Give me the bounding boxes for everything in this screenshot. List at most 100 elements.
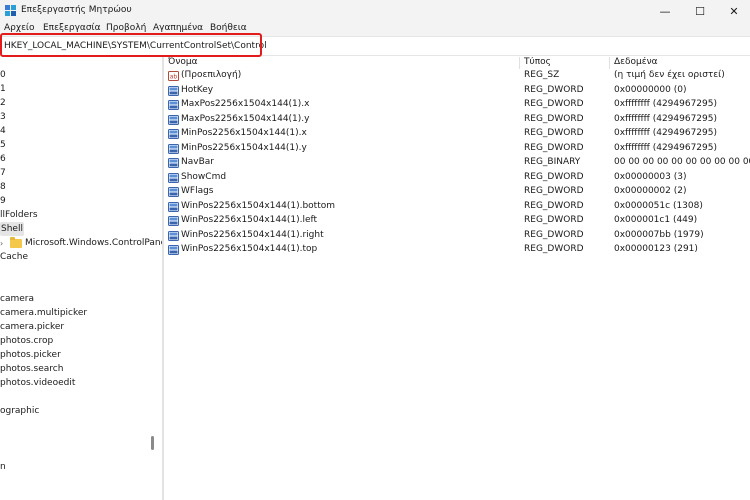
value-data: 00 00 00 00 00 00 00 00 00 00 00 [614, 157, 750, 167]
value-name: ShowCmd [181, 171, 227, 182]
value-name: (Προεπιλογή) [181, 70, 242, 80]
value-name: WFlags [181, 186, 214, 196]
tree-item-label: ographic [0, 406, 40, 416]
value-name: MaxPos2256x1504x144(1).y [181, 113, 310, 124]
value-data: 0x0000051c (1308) [614, 200, 703, 211]
menu-help[interactable]: Βοήθεια [210, 23, 247, 33]
tree-item[interactable]: llFolders [0, 208, 38, 222]
menu-favorites[interactable]: Αγαπημένα [153, 23, 203, 33]
menu-edit[interactable]: Επεξεργασία [43, 23, 101, 33]
tree-item[interactable]: 7 [0, 166, 6, 180]
tree-item-label: 6 [0, 154, 6, 164]
tree-item[interactable]: Cache [0, 250, 28, 264]
tree-item[interactable]: 1 [0, 82, 6, 96]
binary-value-icon [168, 187, 179, 197]
column-separator[interactable] [519, 57, 520, 69]
value-type: REG_DWORD [524, 128, 584, 138]
table-row[interactable]: WinPos2256x1504x144(1).left REG_DWORD 0x00… [164, 214, 750, 228]
tree-item[interactable]: 8 [0, 180, 6, 194]
tree-item-label: 1 [0, 84, 6, 94]
tree-item-label: 4 [0, 126, 6, 136]
binary-value-icon [168, 245, 179, 255]
value-data: 0x00000123 (291) [614, 244, 698, 254]
table-row[interactable]: WFlags REG_DWORD 0x00000002 (2) [164, 185, 750, 199]
value-data: 0xffffffff (4294967295) [614, 99, 717, 109]
tree-item[interactable]: ographic [0, 404, 39, 418]
value-data: 0x00000002 (2) [614, 186, 687, 196]
binary-value-icon [168, 85, 179, 96]
table-row[interactable]: NavBar REG_BINARY 00 00 00 00 00 00 00 00 … [164, 156, 750, 170]
tree-item[interactable]: 4 [0, 124, 6, 138]
tree-item-label: 5 [0, 140, 6, 150]
table-row[interactable]: WinPos2256x1504x144(1).bottom REG_DWORD 0x… [164, 200, 750, 214]
value-data: 0x000001c1 (449) [614, 215, 698, 225]
value-name: WinPos2256x1504x144(1).top [181, 244, 318, 254]
value-data: 0x00000000 (0) [614, 84, 687, 95]
chevron-right-icon[interactable]: › [0, 239, 8, 248]
tree-item-label: 8 [0, 182, 6, 192]
table-row[interactable]: ab (Προεπιλογή) REG_SZ (η τιμή δεν έχει ορι… [164, 69, 750, 83]
table-row[interactable]: MinPos2256x1504x144(1).x REG_DWORD 0xfffff… [164, 127, 750, 141]
value-name: NavBar [181, 157, 214, 167]
tree-item[interactable]: photos.search [0, 362, 63, 376]
tree-item[interactable]: 6 [0, 152, 6, 166]
value-name: MinPos2256x1504x144(1).y [181, 142, 307, 153]
column-separator[interactable] [609, 57, 610, 69]
tree-item[interactable]: camera.picker [0, 320, 64, 334]
tree-item[interactable]: photos.crop [0, 334, 53, 348]
table-row[interactable]: MaxPos2256x1504x144(1).y REG_DWORD 0xfffff… [164, 113, 750, 127]
tree-item-label: photos.crop [0, 336, 54, 346]
value-type: REG_DWORD [524, 171, 584, 182]
binary-value-icon [168, 172, 179, 183]
table-row[interactable]: WinPos2256x1504x144(1).right REG_DWORD 0x0… [164, 229, 750, 243]
minimize-button[interactable]: — [648, 0, 682, 22]
tree-item[interactable]: 2 [0, 96, 6, 110]
value-type: REG_BINARY [524, 157, 581, 167]
menu-view[interactable]: Προβολή [106, 23, 146, 33]
value-data: (η τιμή δεν έχει οριστεί) [614, 70, 725, 80]
table-row[interactable]: WinPos2256x1504x144(1).top REG_DWORD 0x000… [164, 243, 750, 257]
tree-item-label: photos.picker [0, 350, 61, 360]
tree-item-label: photos.search [0, 364, 64, 374]
table-row[interactable]: MaxPos2256x1504x144(1).x REG_DWORD 0xfffff… [164, 98, 750, 112]
binary-value-icon [168, 143, 179, 154]
tree-item-label: Shell [1, 224, 23, 234]
title-bar: Επεξεργαστής Μητρώου — ☐ ✕ [0, 0, 750, 22]
tree-item-label: n [0, 462, 6, 472]
binary-value-icon [168, 100, 179, 110]
tree-item-label: 9 [0, 196, 6, 206]
column-header-data[interactable]: Δεδομένα [614, 57, 658, 67]
tree-item[interactable]: photos.videoedit [0, 376, 75, 390]
table-row[interactable]: ShowCmd REG_DWORD 0x00000003 (3) [164, 171, 750, 185]
value-type: REG_DWORD [524, 99, 584, 109]
tree-item-label: 2 [0, 98, 6, 108]
value-data: 0x00000003 (3) [614, 171, 687, 182]
tree-item[interactable]: › Microsoft.Windows.ControlPanel [0, 236, 162, 250]
close-button[interactable]: ✕ [717, 0, 750, 22]
tree-item[interactable]: 3 [0, 110, 6, 124]
tree-item[interactable]: n [0, 460, 6, 474]
binary-value-icon [168, 114, 179, 125]
column-header-name[interactable]: Όνομα [168, 57, 198, 67]
tree-item-label: Microsoft.Windows.ControlPanel [25, 238, 162, 248]
value-name: WinPos2256x1504x144(1).right [181, 229, 324, 240]
tree-item[interactable]: 9 [0, 194, 6, 208]
table-row[interactable]: HotKey REG_DWORD 0x00000000 (0) [164, 84, 750, 98]
maximize-button[interactable]: ☐ [683, 0, 717, 22]
tree-item[interactable]: photos.picker [0, 348, 61, 362]
value-data: 0xffffffff (4294967295) [614, 142, 717, 153]
table-row[interactable]: MinPos2256x1504x144(1).y REG_DWORD 0xfffff… [164, 142, 750, 156]
binary-value-icon [168, 201, 179, 212]
menu-file[interactable]: Αρχείο [4, 23, 35, 33]
tree-item-selected[interactable]: Shell [0, 222, 24, 236]
tree-item-label: camera.picker [0, 322, 65, 332]
column-header-type[interactable]: Τύπος [524, 57, 551, 67]
value-type: REG_DWORD [524, 142, 584, 153]
tree-item[interactable]: 0 [0, 68, 6, 82]
tree-item[interactable]: camera [0, 292, 34, 306]
tree-scrollbar[interactable] [151, 436, 154, 450]
tree-item-label: llFolders [0, 210, 38, 220]
tree-item[interactable]: 5 [0, 138, 6, 152]
tree-item[interactable]: camera.multipicker [0, 306, 87, 320]
maximize-icon: ☐ [695, 4, 705, 18]
